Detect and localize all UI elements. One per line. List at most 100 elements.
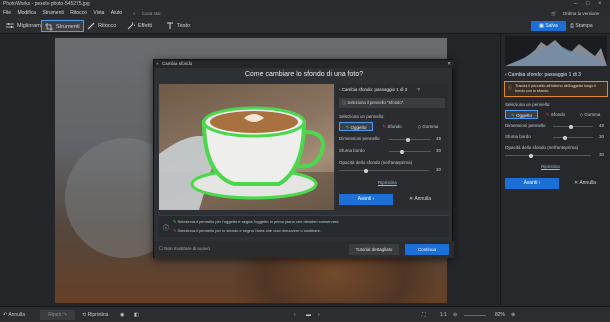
step-header: ‹ Cambia sfondo: passaggio 1 di 3? (339, 87, 420, 92)
redo-button[interactable]: Ripeti ↷ (40, 310, 75, 320)
undo-button[interactable]: ↶ Annulla (3, 310, 25, 320)
panel-header-label: Cambia sfondo: passaggio 1 di 3 (508, 72, 581, 78)
brush-sfondo[interactable]: ✎ Sfondo (375, 122, 409, 131)
menu-strumenti[interactable]: Strumenti (42, 10, 63, 16)
brush-red-icon: ✎ (545, 112, 550, 117)
close-icon[interactable]: × (598, 0, 602, 9)
dialog-title: Cambia sfondo (162, 61, 193, 66)
tutorial-button[interactable]: Tutorial dettagliato (349, 244, 399, 255)
brush-size-slider[interactable] (389, 137, 431, 142)
menu-vista[interactable]: Vista (93, 10, 104, 16)
compare-icon[interactable]: ◧ (134, 310, 139, 320)
next-label: Avanti (357, 196, 372, 202)
cancel-button[interactable]: ✕ Annulla (563, 178, 607, 189)
folder-icon[interactable]: ▬ (306, 310, 311, 320)
reset-label: Ripristina (87, 312, 109, 318)
slider-knob[interactable] (528, 153, 533, 158)
slider-label: Sfuma bordo (505, 134, 531, 139)
menu-aiuto[interactable]: Aiuto (111, 10, 122, 16)
slider-knob[interactable] (405, 137, 410, 142)
slider-value: 48 (436, 136, 442, 141)
fit-screen-icon[interactable]: ⛶ (422, 310, 426, 320)
brush-gomma[interactable]: ◇ Gomma (573, 110, 607, 119)
zoom-slider[interactable] (464, 315, 486, 316)
print-button[interactable]: ⎙ Stampa (570, 21, 600, 31)
cart-icon: 🛒 (551, 11, 557, 16)
menu-file[interactable]: File (3, 10, 11, 16)
slider-label: Opacità dello sfondo (nell'anteprima) (339, 160, 413, 165)
zoom-in-icon[interactable]: ⊕ (511, 310, 515, 320)
feather-slider[interactable] (553, 135, 593, 140)
slider-row: Dimensioni pennello 48 (339, 136, 445, 146)
slider-knob[interactable] (399, 149, 404, 154)
brush-icon (87, 22, 95, 29)
main-toolbar: Miglioramento Strumenti Ritocco Effetti … (0, 18, 610, 34)
prev-image-button[interactable]: ‹ (294, 310, 296, 320)
slider-row: Dimensioni pennello 48 (505, 123, 607, 133)
brush-red-icon: ✎ (382, 124, 387, 129)
bg-opacity-slider[interactable] (339, 168, 429, 173)
eye-icon[interactable]: ◉ (120, 310, 124, 320)
reset-link[interactable]: Ripristina (378, 180, 397, 185)
coffee-cup-illustration (159, 106, 334, 210)
redo-label: Ripeti (48, 312, 62, 318)
step-hint-box: ⓘ Seleziona il pennello "Sfondo". (339, 98, 445, 108)
brush-sfondo[interactable]: ✎ Sfondo (539, 110, 572, 119)
feather-slider[interactable] (389, 149, 431, 154)
tab-strumenti[interactable]: Strumenti (41, 20, 84, 32)
print-label: Stampa (575, 23, 593, 29)
search-box[interactable]: ⌕ Cosa stai cercando? (130, 10, 180, 23)
chevron-right-icon: › (372, 196, 375, 202)
save-button[interactable]: ▣ Salva (531, 21, 566, 31)
brush-label: Sfondo (387, 124, 402, 129)
brush-oggetto[interactable]: ✎ Oggetto (339, 122, 373, 131)
brush-size-slider[interactable] (553, 124, 593, 129)
title-bar: PhotoWorks - pexels-photo-545275.jpg – □… (0, 0, 610, 9)
ratio-button[interactable]: 1:1 (440, 310, 447, 320)
brush-select-label: Seleziona un pennello: (505, 102, 551, 107)
change-background-dialog: ● Cambia sfondo ✕ Come cambiare lo sfond… (153, 59, 454, 258)
next-button[interactable]: Avanti › (339, 194, 393, 205)
chevron-right-icon: › (538, 180, 541, 186)
menu-ritocco[interactable]: Ritocco (70, 10, 87, 16)
menu-modifica[interactable]: Modifica (17, 10, 36, 16)
reset-link[interactable]: Ripristina (541, 164, 560, 169)
brush-gomma[interactable]: ◇ Gomma (411, 122, 445, 131)
tip-object: ✎ Seleziona il pennello per l'oggetto e … (173, 219, 340, 224)
app-icon: ● (156, 61, 159, 66)
slider-value: 30 (599, 134, 605, 139)
cancel-button[interactable]: ✕ Annulla (396, 194, 444, 205)
tab-label: Testo (177, 23, 191, 29)
bg-opacity-slider[interactable] (505, 153, 591, 158)
next-button[interactable]: Avanti › (505, 178, 559, 189)
tab-label: Effetti (138, 23, 152, 29)
step-hint-text: Seleziona il pennello "Sfondo". (347, 100, 405, 105)
maximize-icon[interactable]: □ (586, 0, 590, 9)
text-icon (167, 22, 173, 29)
slider-knob[interactable] (569, 124, 573, 129)
next-label: Avanti (523, 180, 538, 186)
slider-knob[interactable] (364, 168, 368, 173)
dont-show-checkbox[interactable]: ☐ Non mostrare di nuovo (159, 246, 210, 252)
next-image-button[interactable]: › (318, 310, 320, 320)
slider-label: Dimensioni pennello (505, 123, 546, 128)
continue-button[interactable]: Continua (405, 244, 449, 255)
tab-label: Strumenti (56, 24, 80, 30)
brush-oggetto[interactable]: ✎ Oggetto (505, 110, 538, 119)
slider-knob[interactable] (563, 135, 567, 140)
slider-row: Sfuma bordo 30 (339, 148, 445, 158)
reset-button[interactable]: ⟲ Ripristina (82, 310, 108, 320)
tab-testo[interactable]: Testo (163, 20, 193, 32)
dialog-close-icon[interactable]: ✕ (447, 60, 451, 68)
menu-bar: File Modifica Strumenti Ritocco Vista Ai… (0, 9, 610, 25)
brush-label: Oggetto (516, 113, 533, 118)
slider-value: 30 (599, 152, 605, 157)
minimize-icon[interactable]: – (574, 0, 577, 9)
tab-effetti[interactable]: Effetti (124, 20, 155, 32)
slider-label: Sfuma bordo (339, 148, 365, 153)
help-icon[interactable]: ? (417, 87, 420, 92)
tab-ritocco[interactable]: Ritocco (84, 20, 119, 32)
slider-value: 30 (436, 148, 442, 153)
zoom-out-icon[interactable]: ⊖ (453, 310, 457, 320)
save-label: Salva (545, 23, 558, 29)
